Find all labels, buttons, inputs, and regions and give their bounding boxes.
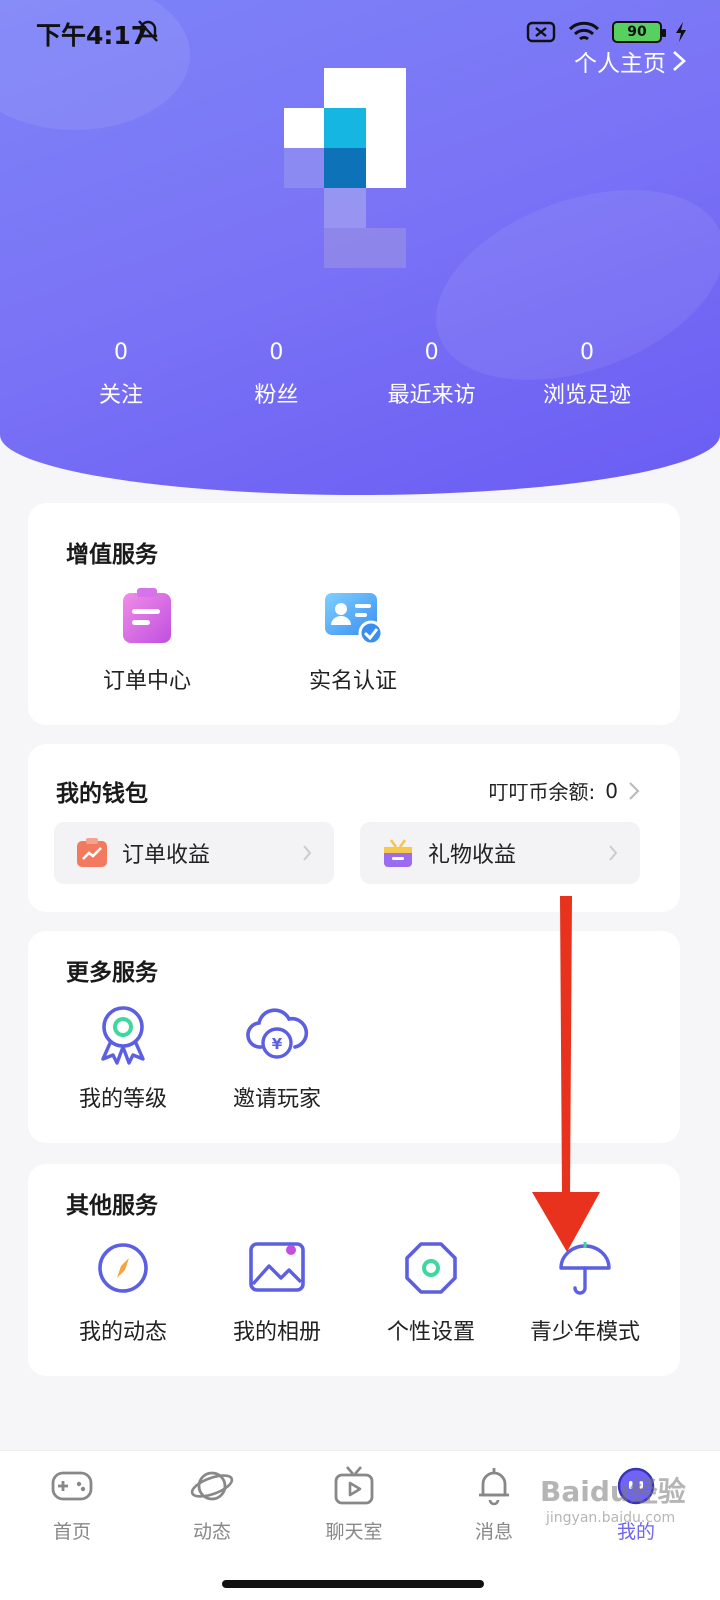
personal-settings-button[interactable]: 个性设置 bbox=[356, 1236, 506, 1346]
battery-indicator: 90 bbox=[612, 21, 666, 43]
real-name-verification-button[interactable]: 实名认证 bbox=[278, 585, 428, 695]
wifi-icon bbox=[568, 21, 600, 41]
card-title: 增值服务 bbox=[66, 542, 158, 568]
value-added-services-card: 增值服务 订单中心 实名认证 bbox=[28, 503, 680, 725]
nav-item-messages[interactable]: 消息 bbox=[434, 1463, 554, 1544]
chevron-right-icon bbox=[609, 845, 618, 861]
watermark-brand: Baidu经验 bbox=[540, 1475, 686, 1508]
stat-label: 浏览足迹 bbox=[542, 383, 631, 408]
card-title: 我的钱包 bbox=[56, 781, 148, 807]
my-posts-button[interactable]: 我的动态 bbox=[48, 1236, 198, 1346]
card-title: 其他服务 bbox=[66, 1193, 158, 1219]
personal-homepage-label: 个人主页 bbox=[574, 51, 666, 77]
settings-octagon-icon bbox=[405, 1242, 457, 1294]
personal-settings-label: 个性设置 bbox=[386, 1320, 475, 1345]
battery-level: 90 bbox=[627, 24, 647, 40]
chevron-right-icon bbox=[673, 51, 686, 71]
gift-box-icon bbox=[384, 839, 412, 867]
avatar[interactable] bbox=[284, 68, 408, 272]
order-center-button[interactable]: 订单中心 bbox=[72, 585, 222, 695]
order-income-label: 订单收益 bbox=[122, 843, 211, 868]
wallet-balance-link[interactable]: 叮叮币余额: 0 bbox=[489, 776, 640, 805]
stat-following[interactable]: 0 关注 bbox=[44, 340, 198, 409]
chart-income-icon bbox=[77, 838, 107, 867]
home-indicator bbox=[222, 1580, 484, 1588]
gift-income-button[interactable]: 礼物收益 bbox=[360, 822, 640, 884]
real-name-verification-label: 实名认证 bbox=[308, 669, 397, 694]
balance-value: 0 bbox=[605, 778, 618, 803]
sim-x-icon bbox=[526, 21, 556, 43]
stat-label: 粉丝 bbox=[254, 383, 299, 408]
status-time: 下午4:17 bbox=[36, 21, 149, 50]
chevron-right-icon bbox=[629, 781, 640, 800]
nav-item-chatroom[interactable]: 聊天室 bbox=[294, 1463, 414, 1544]
picture-icon bbox=[249, 1242, 305, 1292]
gift-income-label: 礼物收益 bbox=[428, 843, 517, 868]
stat-label: 关注 bbox=[98, 383, 143, 408]
watermark-url: jingyan.baidu.com bbox=[546, 1510, 676, 1526]
stat-fans[interactable]: 0 粉丝 bbox=[199, 340, 353, 409]
my-level-button[interactable]: 我的等级 bbox=[48, 1003, 198, 1113]
nav-label: 动态 bbox=[192, 1521, 231, 1543]
stats-row: 0 关注 0 粉丝 0 最近来访 0 浏览足迹 bbox=[44, 340, 664, 409]
my-posts-label: 我的动态 bbox=[78, 1320, 167, 1345]
stat-value: 0 bbox=[424, 340, 439, 365]
tv-play-icon bbox=[334, 1466, 374, 1505]
my-album-label: 我的相册 bbox=[232, 1320, 321, 1345]
status-icons: 90 bbox=[526, 20, 688, 44]
charging-icon bbox=[676, 22, 686, 42]
medal-icon bbox=[101, 1006, 145, 1065]
nav-item-feed[interactable]: 动态 bbox=[152, 1463, 272, 1544]
stat-value: 0 bbox=[579, 340, 594, 365]
compass-icon bbox=[98, 1243, 148, 1293]
order-center-label: 订单中心 bbox=[102, 669, 191, 694]
id-card-verify-icon bbox=[325, 593, 384, 646]
my-level-label: 我的等级 bbox=[78, 1087, 167, 1112]
invite-players-label: 邀请玩家 bbox=[232, 1087, 321, 1112]
order-income-button[interactable]: 订单收益 bbox=[54, 822, 334, 884]
nav-label: 聊天室 bbox=[325, 1521, 383, 1543]
order-clipboard-icon bbox=[123, 588, 171, 643]
stat-value: 0 bbox=[114, 340, 128, 365]
teen-mode-label: 青少年模式 bbox=[529, 1320, 640, 1345]
chevron-right-icon bbox=[303, 845, 312, 861]
nav-label: 消息 bbox=[474, 1521, 513, 1543]
gamepad-icon bbox=[51, 1471, 93, 1501]
nav-item-home[interactable]: 首页 bbox=[12, 1463, 132, 1544]
baidu-watermark: Baidu经验 jingyan.baidu.com bbox=[540, 1470, 686, 1526]
planet-icon bbox=[190, 1471, 234, 1501]
stat-value: 0 bbox=[269, 340, 284, 365]
svg-text:¥: ¥ bbox=[272, 1035, 283, 1053]
stat-recent-visitors[interactable]: 0 最近来访 bbox=[355, 340, 509, 409]
nav-label: 首页 bbox=[52, 1521, 91, 1543]
cloud-coin-icon: ¥ bbox=[246, 1008, 309, 1059]
bell-icon bbox=[479, 1468, 509, 1506]
invite-players-button[interactable]: ¥ 邀请玩家 bbox=[202, 1003, 352, 1113]
red-arrow-annotation bbox=[532, 896, 600, 1252]
stat-browse-history[interactable]: 0 浏览足迹 bbox=[510, 340, 664, 409]
balance-label: 叮叮币余额: bbox=[488, 780, 596, 804]
personal-homepage-link[interactable]: 个人主页 bbox=[574, 44, 686, 78]
mute-bell-icon bbox=[138, 20, 158, 42]
stat-label: 最近来访 bbox=[387, 383, 476, 408]
card-title: 更多服务 bbox=[66, 960, 158, 986]
my-album-button[interactable]: 我的相册 bbox=[202, 1236, 352, 1346]
wallet-card: 我的钱包 叮叮币余额: 0 订单收益 礼物收益 bbox=[28, 744, 680, 912]
profile-header: 下午4:17 90 个人主页 0 关注 0 粉丝 0 最近来访 0 浏览足迹 bbox=[0, 0, 720, 495]
